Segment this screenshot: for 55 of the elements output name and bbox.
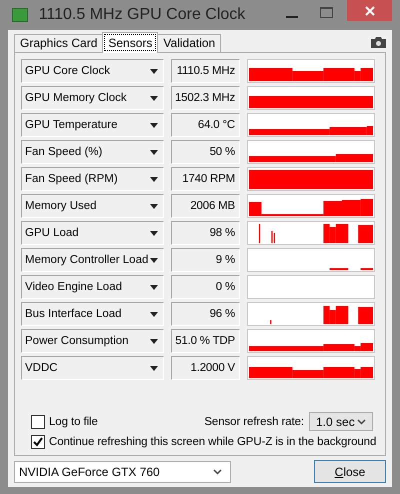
- sensor-dropdown[interactable]: Memory Controller Load: [21, 248, 164, 272]
- caret-icon: [150, 230, 158, 236]
- sensor-dropdown[interactable]: Bus Interface Load: [21, 302, 164, 326]
- sensor-dropdown[interactable]: GPU Memory Clock: [21, 86, 164, 110]
- refresh-rate-dropdown[interactable]: 1.0 sec: [309, 412, 373, 431]
- tab[interactable]: Sensors: [102, 32, 158, 53]
- caret-icon: [150, 204, 158, 208]
- app-icon: [12, 8, 28, 22]
- sensor-dropdown[interactable]: GPU Core Clock: [21, 59, 164, 83]
- close-icon: [364, 6, 374, 16]
- sensor-dropdown[interactable]: GPU Load: [21, 221, 164, 245]
- caret-icon: [150, 176, 158, 182]
- sensor-dropdown[interactable]: Fan Speed (%): [21, 140, 164, 164]
- window-title: 1110.5 MHz GPU Core Clock: [38, 6, 246, 24]
- sensor-value: 1.2000 V: [171, 356, 240, 380]
- maximize-icon[interactable]: [320, 6, 333, 18]
- checkbox-label: Log to file: [49, 416, 98, 428]
- checkbox[interactable]: [31, 435, 45, 449]
- camera-icon[interactable]: [371, 37, 386, 48]
- sensor-dropdown[interactable]: Memory Used: [21, 194, 164, 218]
- sensor-value: 98 %: [171, 221, 240, 245]
- sensor-value: 1502.3 MHz: [171, 86, 240, 110]
- checkbox[interactable]: [31, 414, 45, 428]
- sensor-value: 0 %: [171, 275, 240, 299]
- close-button[interactable]: [347, 0, 392, 21]
- caret-icon: [150, 150, 158, 154]
- sensor-dropdown[interactable]: Video Engine Load: [21, 275, 164, 299]
- sensor-value: 50 %: [171, 140, 240, 164]
- checkbox-label: Continue refreshing this screen while GPU-Z is in the background: [49, 436, 376, 448]
- sensor-dropdown[interactable]: GPU Temperature: [21, 113, 164, 137]
- caret-icon: [150, 122, 158, 128]
- sensor-value: 1110.5 MHz: [171, 59, 240, 83]
- chevron-icon: [357, 418, 366, 424]
- caret-icon: [150, 258, 158, 262]
- caret-icon: [150, 96, 158, 100]
- chevron-icon: [213, 468, 222, 474]
- sensor-value: 2006 MB: [171, 194, 240, 218]
- sensor-dropdown[interactable]: Fan Speed (RPM): [21, 167, 164, 191]
- caret-icon: [150, 338, 158, 344]
- sensor-dropdown[interactable]: VDDC: [21, 356, 164, 380]
- sensor-dropdown[interactable]: Power Consumption: [21, 329, 164, 353]
- refresh-rate-label: Sensor refresh rate:: [204, 416, 304, 428]
- caret-icon: [150, 366, 158, 370]
- tab[interactable]: Validation: [157, 34, 222, 52]
- sensor-value: 96 %: [171, 302, 240, 326]
- close-button[interactable]: Close: [314, 460, 386, 483]
- gpu-dropdown[interactable]: NVIDIA GeForce GTX 760: [14, 460, 231, 482]
- sensor-value: 9 %: [171, 248, 240, 272]
- sensor-value: 1740 RPM: [171, 167, 240, 191]
- caret-icon: [150, 284, 158, 290]
- tab[interactable]: Graphics Card: [14, 34, 104, 52]
- caret-icon: [150, 312, 158, 316]
- caret-icon: [150, 68, 158, 74]
- sensor-value: 64.0 °C: [171, 113, 240, 137]
- sensor-value: 51.0 % TDP: [171, 329, 240, 353]
